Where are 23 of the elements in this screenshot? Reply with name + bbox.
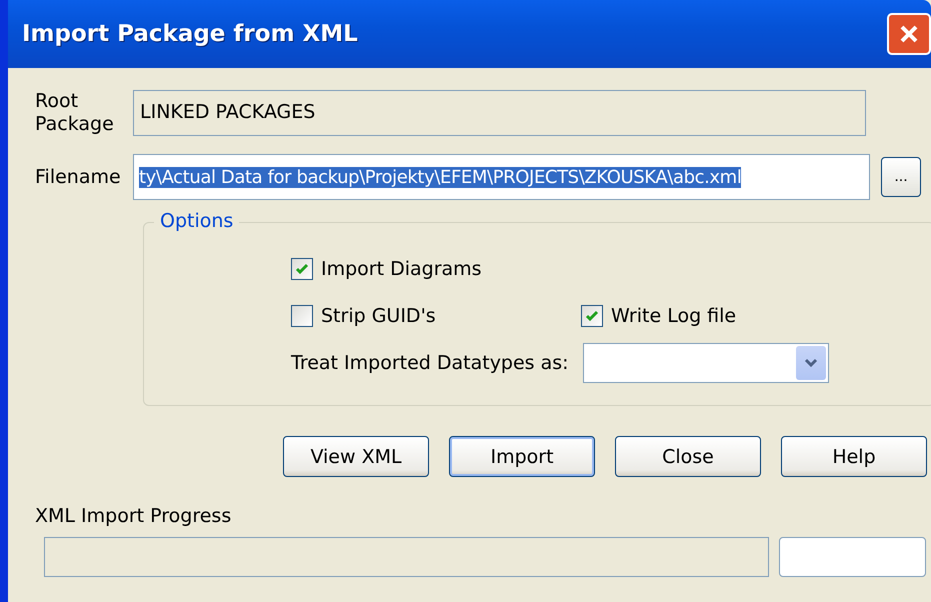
dialog-button[interactable]: Import (449, 436, 595, 477)
dialog-button[interactable]: View XML (283, 436, 429, 477)
progress-label: XML Import Progress (35, 505, 232, 527)
dialog-button[interactable]: Help (781, 436, 927, 477)
filename-field[interactable]: ty\Actual Data for backup\Projekty\EFEM\PROJECTS\ZKOUSKA\abc.xml (133, 154, 870, 200)
checkbox-label: Strip GUID's (321, 304, 436, 326)
browse-button[interactable]: ... (881, 157, 921, 197)
close-button[interactable] (887, 13, 931, 55)
combo-label: Treat Imported Datatypes as: (291, 352, 569, 374)
window-title: Import Package from XML (22, 21, 358, 47)
checkbox[interactable] (291, 304, 313, 326)
datatype-dropdown[interactable] (582, 342, 829, 382)
dialog-button[interactable]: Close (615, 436, 761, 477)
checkbox-label: Write Log file (611, 304, 736, 326)
close-icon (898, 23, 920, 45)
checkbox[interactable] (581, 304, 603, 326)
field-label: Filename (35, 166, 122, 188)
checkbox-label: Import Diagrams (321, 258, 482, 280)
field-label: Root Package (35, 90, 115, 136)
dropdown-button[interactable] (796, 346, 826, 380)
group-title: Options (154, 210, 240, 232)
chevron-icon (804, 358, 818, 368)
checkbox[interactable] (291, 258, 313, 280)
